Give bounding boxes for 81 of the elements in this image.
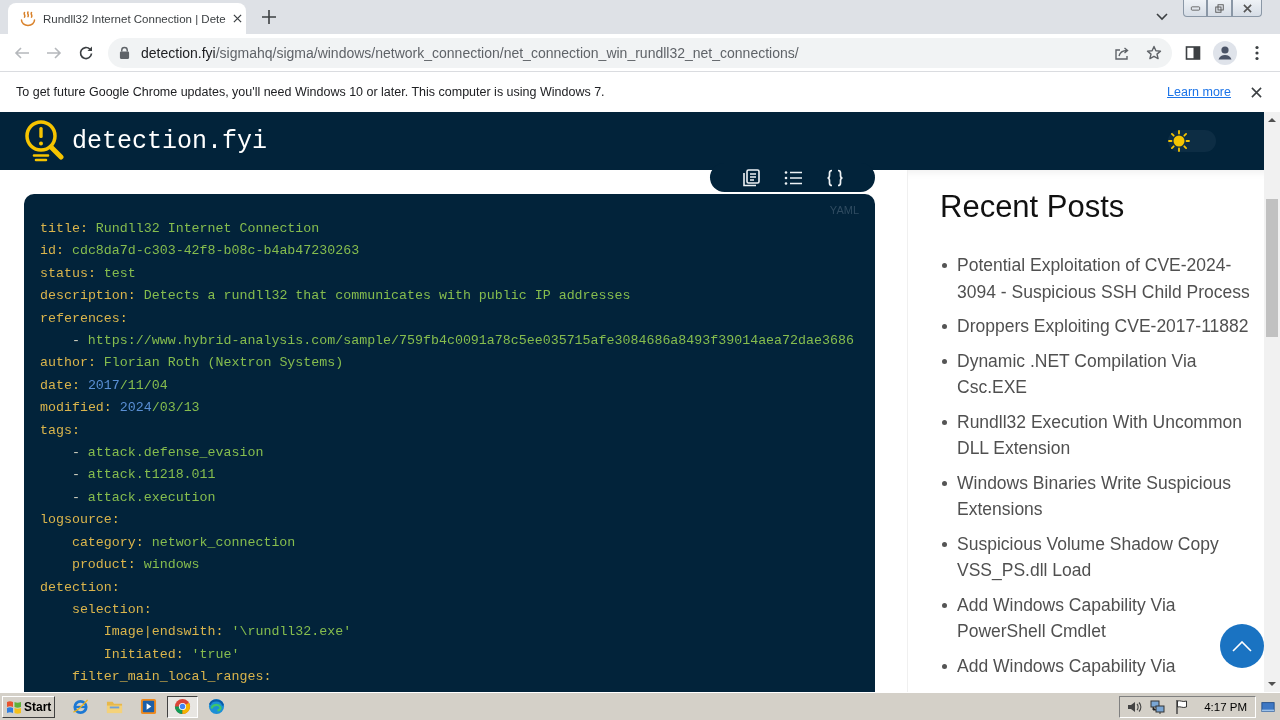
restore-icon [1214, 3, 1225, 13]
address-field[interactable]: detection.fyi/sigmahq/sigma/windows/network_connection/net_connection_win_rundll32_net_connections/ [108, 37, 1172, 68]
code-line: selection: [70, 600, 153, 619]
clock-text[interactable]: 4:17 PM [1204, 700, 1247, 713]
scrollbar[interactable] [1264, 112, 1280, 692]
url-text: detection.fyi/sigmahq/sigma/windows/network_connection/net_connection_win_rundll32_net_connections/ [141, 44, 799, 61]
browser-icon [174, 698, 191, 715]
taskbar-app-button[interactable] [167, 695, 198, 718]
copy-icon[interactable] [742, 168, 760, 187]
minimize-icon [1189, 5, 1201, 11]
code-line: id: cdc8da7d-c303-42f8-b08c-b4ab47230263 [40, 242, 361, 261]
browser-icon [208, 698, 225, 715]
side-panel-icon[interactable] [1185, 44, 1201, 61]
bullet-icon [942, 541, 947, 547]
code-line: description: Detects a rundll32 that communicates with public IP addresses [40, 287, 632, 306]
chevron-up-icon [1232, 640, 1252, 652]
theme-toggle[interactable] [1168, 130, 1216, 152]
code-line: category: network_connection [70, 533, 297, 552]
lock-icon [119, 46, 130, 59]
caret-icon[interactable] [1156, 13, 1168, 21]
post-link[interactable]: Potential Exploitation of CVE-2024-3094 - Suspicious SSH Child Process [957, 252, 1257, 305]
site-name[interactable]: detection.fyi [72, 126, 268, 156]
bullet-icon [942, 324, 947, 329]
code-line: filter_main_local_ranges: [70, 668, 273, 687]
code-line: detection: [40, 578, 121, 597]
code-line: tags: [40, 421, 81, 440]
play-icon [140, 698, 157, 715]
sidebar-heading: Recent Posts [940, 188, 1126, 226]
code-line: title: Rundll32 Internet Connection [40, 220, 321, 238]
scroll-to-top-button[interactable] [1220, 624, 1264, 668]
code-line: - attack.t1218.011 [70, 466, 217, 485]
bullet-icon [942, 602, 947, 608]
code-line: - https://www.hybrid-analysis.com/sample/759fb4c0091a78c5ee035715afe3084686a8493f39014aea72dae3686 [70, 332, 855, 351]
close-icon[interactable] [232, 14, 242, 23]
start-button[interactable]: Start [2, 695, 55, 718]
windows-flag-icon [6, 698, 22, 715]
close-icon [1241, 3, 1253, 13]
browser-tab[interactable]: Rundll32 Internet Connection | Dete [8, 3, 246, 34]
sun-icon [1168, 130, 1190, 152]
menu-icon[interactable] [1255, 44, 1259, 61]
braces-icon[interactable] [826, 168, 844, 187]
bullet-icon [942, 358, 947, 364]
code-line: references: [40, 309, 129, 328]
code-line: date: 2017/11/04 [40, 376, 169, 395]
bullet-icon [942, 663, 947, 669]
bullet-icon [942, 480, 947, 486]
plus-icon[interactable] [262, 10, 276, 24]
post-link[interactable]: Suspicious Volume Shadow Copy VSS_PS.dll Load [957, 530, 1257, 584]
learn-more-link[interactable]: Learn more [1167, 85, 1231, 99]
post-link[interactable]: Rundll32 Execution With Uncommon DLL Extension [957, 408, 1257, 462]
code-line: status: test [40, 264, 137, 283]
steam-icon [20, 10, 36, 27]
code-line: author: Florian Roth (Nextron Systems) [40, 354, 345, 373]
post-link[interactable]: Windows Binaries Write Suspicious Extensions [957, 469, 1257, 523]
code-line: modified: 2024/03/13 [40, 399, 201, 418]
post-link[interactable]: Add Windows Capability Via [957, 652, 1176, 679]
code-line: - attack.execution [70, 488, 217, 507]
bullet-icon [942, 263, 947, 268]
list-icon[interactable] [784, 168, 802, 187]
post-link[interactable]: Add Windows Capability Via PowerShell Cmdlet [957, 591, 1257, 645]
restore-button[interactable] [1207, 0, 1232, 17]
update-message: To get future Google Chrome updates, you'll need Windows 10 or later. This computer is using Windows 7. [16, 85, 605, 99]
profile-avatar-icon[interactable] [1213, 40, 1237, 65]
network-icon[interactable] [1150, 698, 1167, 715]
minimize-button[interactable] [1183, 0, 1207, 17]
bullet-icon [942, 419, 947, 425]
browser-icon [72, 698, 89, 715]
close-icon[interactable] [1251, 86, 1262, 98]
show-desktop-icon[interactable] [1261, 699, 1275, 714]
code-line: - attack.defense_evasion [70, 444, 265, 463]
scrollbar-thumb[interactable] [1266, 199, 1278, 337]
code-line: product: windows [70, 556, 201, 575]
code-line: Initiated: 'true' [102, 645, 241, 664]
code-line: logsource: [40, 511, 121, 530]
star-icon[interactable] [1146, 44, 1162, 61]
tab-title: Rundll32 Internet Connection | Dete [43, 12, 226, 25]
reload-icon[interactable] [78, 44, 94, 61]
post-link[interactable]: Droppers Exploiting CVE-2017-11882 [957, 313, 1249, 340]
code-line: Image|endswith: '\rundll32.exe' [102, 623, 353, 642]
post-link[interactable]: Dynamic .NET Compilation Via Csc.EXE [957, 347, 1257, 401]
close-button[interactable] [1232, 0, 1262, 17]
